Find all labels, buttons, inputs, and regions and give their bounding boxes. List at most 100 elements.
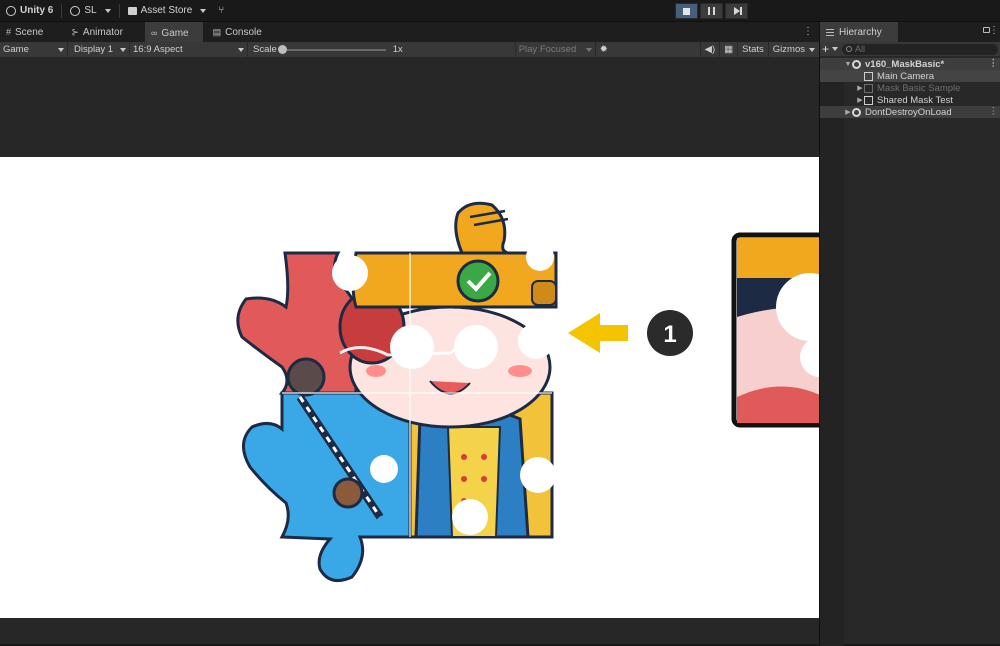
grid-icon: # — [6, 27, 12, 37]
tree-row-label: v160_MaskBasic* — [865, 58, 945, 70]
scale-slider[interactable] — [277, 44, 386, 54]
tab-game[interactable]: ∞ Game — [144, 22, 203, 42]
create-dropdown[interactable]: + — [822, 42, 839, 56]
mask-hole — [518, 323, 554, 359]
aspect-label: 16:9 Aspect — [133, 44, 183, 55]
display-dropdown[interactable]: Display 1 — [68, 42, 130, 57]
view-tabs: # Scene ⊱ Animator ∞ Game ▤ Console ⋮ — [0, 22, 819, 42]
expand-arrow-icon[interactable]: ▶ — [856, 84, 864, 92]
tab-console[interactable]: ▤ Console — [207, 22, 276, 42]
frame-debugger-button[interactable]: ✹ — [594, 42, 612, 57]
account-dropdown[interactable]: SL — [64, 0, 116, 22]
mask-hole — [390, 325, 434, 369]
mask-hole — [452, 499, 488, 535]
expand-arrow-icon[interactable]: ▼ — [844, 61, 852, 68]
keyboard-toggle[interactable]: ▦ — [719, 42, 737, 57]
play-focused-dropdown[interactable]: Play Focused — [514, 42, 595, 57]
hierarchy-panel: Hierarchy ⋮ + All ▼ v160_MaskBasic* ⋮ Ma… — [819, 22, 1000, 646]
tab-label: Scene — [15, 26, 44, 38]
gameobject-icon — [864, 71, 873, 81]
hierarchy-tabs: Hierarchy ⋮ — [820, 22, 1000, 42]
tree-row-scene[interactable]: ▼ v160_MaskBasic* ⋮ — [820, 58, 1000, 70]
mask-hole — [370, 455, 398, 483]
search-placeholder: All — [855, 44, 866, 54]
search-icon — [846, 46, 853, 52]
crown-emblem — [456, 259, 500, 303]
pause-button[interactable] — [700, 3, 723, 19]
step-icon — [733, 7, 742, 15]
tab-label: Game — [161, 27, 189, 39]
pause-icon — [708, 7, 715, 15]
chevron-down-icon — [585, 47, 592, 52]
game-canvas: 1 — [0, 157, 819, 618]
callout-arrow — [568, 313, 628, 353]
scale-value: 1x — [392, 44, 403, 55]
game-view-right-controls: Play Focused ✹ ◀) ▦ Stats Gizmos — [514, 42, 819, 57]
chevron-down-icon — [809, 47, 815, 52]
staff-grip — [332, 477, 364, 509]
tree-row-shared-mask-test[interactable]: ▶ Shared Mask Test — [820, 94, 1000, 106]
scale-slider-handle[interactable] — [277, 44, 287, 54]
tree-row-label: DontDestroyOnLoad — [865, 106, 952, 118]
staff-head — [286, 357, 326, 397]
keyboard-icon: ▦ — [724, 44, 734, 55]
hierarchy-search-bar: + All — [820, 42, 1000, 56]
mask-hole — [332, 255, 368, 291]
tab-scene[interactable]: # Scene — [0, 22, 57, 42]
list-icon — [826, 28, 834, 36]
more-options-icon[interactable]: ⋮ — [803, 26, 813, 37]
tree-row-mask-basic-sample[interactable]: ▶ Mask Basic Sample — [820, 82, 1000, 94]
masked-puzzle-illustration: 1 — [236, 201, 819, 583]
gizmos-dropdown[interactable]: Gizmos — [767, 42, 819, 57]
row-options-icon[interactable]: ⋮ — [989, 58, 999, 69]
tab-animator[interactable]: ⊱ Animator — [65, 22, 137, 42]
tree-row-label: Mask Basic Sample — [877, 82, 961, 94]
aspect-dropdown[interactable]: 16:9 Aspect — [130, 42, 248, 57]
tab-hierarchy[interactable]: Hierarchy — [820, 22, 898, 42]
more-options-icon[interactable]: ⋮ — [989, 25, 999, 36]
chevron-down-icon — [238, 47, 244, 52]
version-control-button[interactable]: ⑂ — [212, 0, 230, 22]
app-name: Unity 6 — [20, 5, 54, 16]
chevron-down-icon — [832, 47, 839, 51]
scene-icon — [852, 107, 861, 117]
chevron-down-icon — [58, 47, 64, 52]
toolbar-divider — [118, 3, 120, 18]
console-icon: ▤ — [212, 26, 222, 37]
toolbar-divider — [61, 3, 63, 18]
gameobject-icon — [864, 95, 873, 105]
play-focused-label: Play Focused — [518, 44, 577, 55]
cheek-blush — [366, 365, 386, 377]
character-crown — [351, 251, 558, 309]
play-button[interactable] — [675, 3, 698, 19]
mask-hole — [526, 243, 554, 271]
hierarchy-gutter — [820, 58, 844, 646]
unity-menu[interactable]: Unity 6 — [0, 0, 59, 22]
mute-audio-button[interactable]: ◀) — [699, 42, 719, 57]
tree-row-main-camera[interactable]: Main Camera — [820, 70, 1000, 82]
stats-button[interactable]: Stats — [737, 42, 768, 57]
animator-icon: ⊱ — [71, 26, 79, 37]
gameobject-icon — [864, 83, 873, 93]
step-button[interactable] — [725, 3, 748, 19]
hierarchy-search-input[interactable]: All — [842, 43, 998, 55]
view-mode-dropdown[interactable]: Game — [0, 42, 68, 57]
asset-store-dropdown[interactable]: Asset Store — [122, 0, 213, 22]
row-options-icon[interactable]: ⋮ — [989, 106, 999, 117]
account-label: SL — [84, 5, 97, 16]
gamepad-icon: ∞ — [150, 28, 158, 38]
hierarchy-tree: ▼ v160_MaskBasic* ⋮ Main Camera ▶ Mask B… — [820, 58, 1000, 646]
cheek-blush — [508, 365, 532, 377]
tree-row-dontdestroyonload[interactable]: ▶ DontDestroyOnLoad ⋮ — [820, 106, 1000, 118]
game-viewport[interactable]: 1 — [0, 57, 819, 644]
tree-row-label: Shared Mask Test — [877, 94, 953, 106]
mask-hole — [454, 325, 498, 369]
asset-store-icon — [127, 6, 137, 15]
tree-row-label: Main Camera — [877, 70, 935, 82]
expand-arrow-icon[interactable]: ▶ — [844, 108, 852, 116]
stop-icon — [683, 7, 690, 15]
bug-icon: ✹ — [599, 44, 608, 55]
expand-arrow-icon[interactable]: ▶ — [856, 96, 864, 104]
game-view-toolbar: Game Display 1 16:9 Aspect Scale 1x Play… — [0, 42, 819, 57]
chevron-down-icon — [104, 8, 111, 13]
